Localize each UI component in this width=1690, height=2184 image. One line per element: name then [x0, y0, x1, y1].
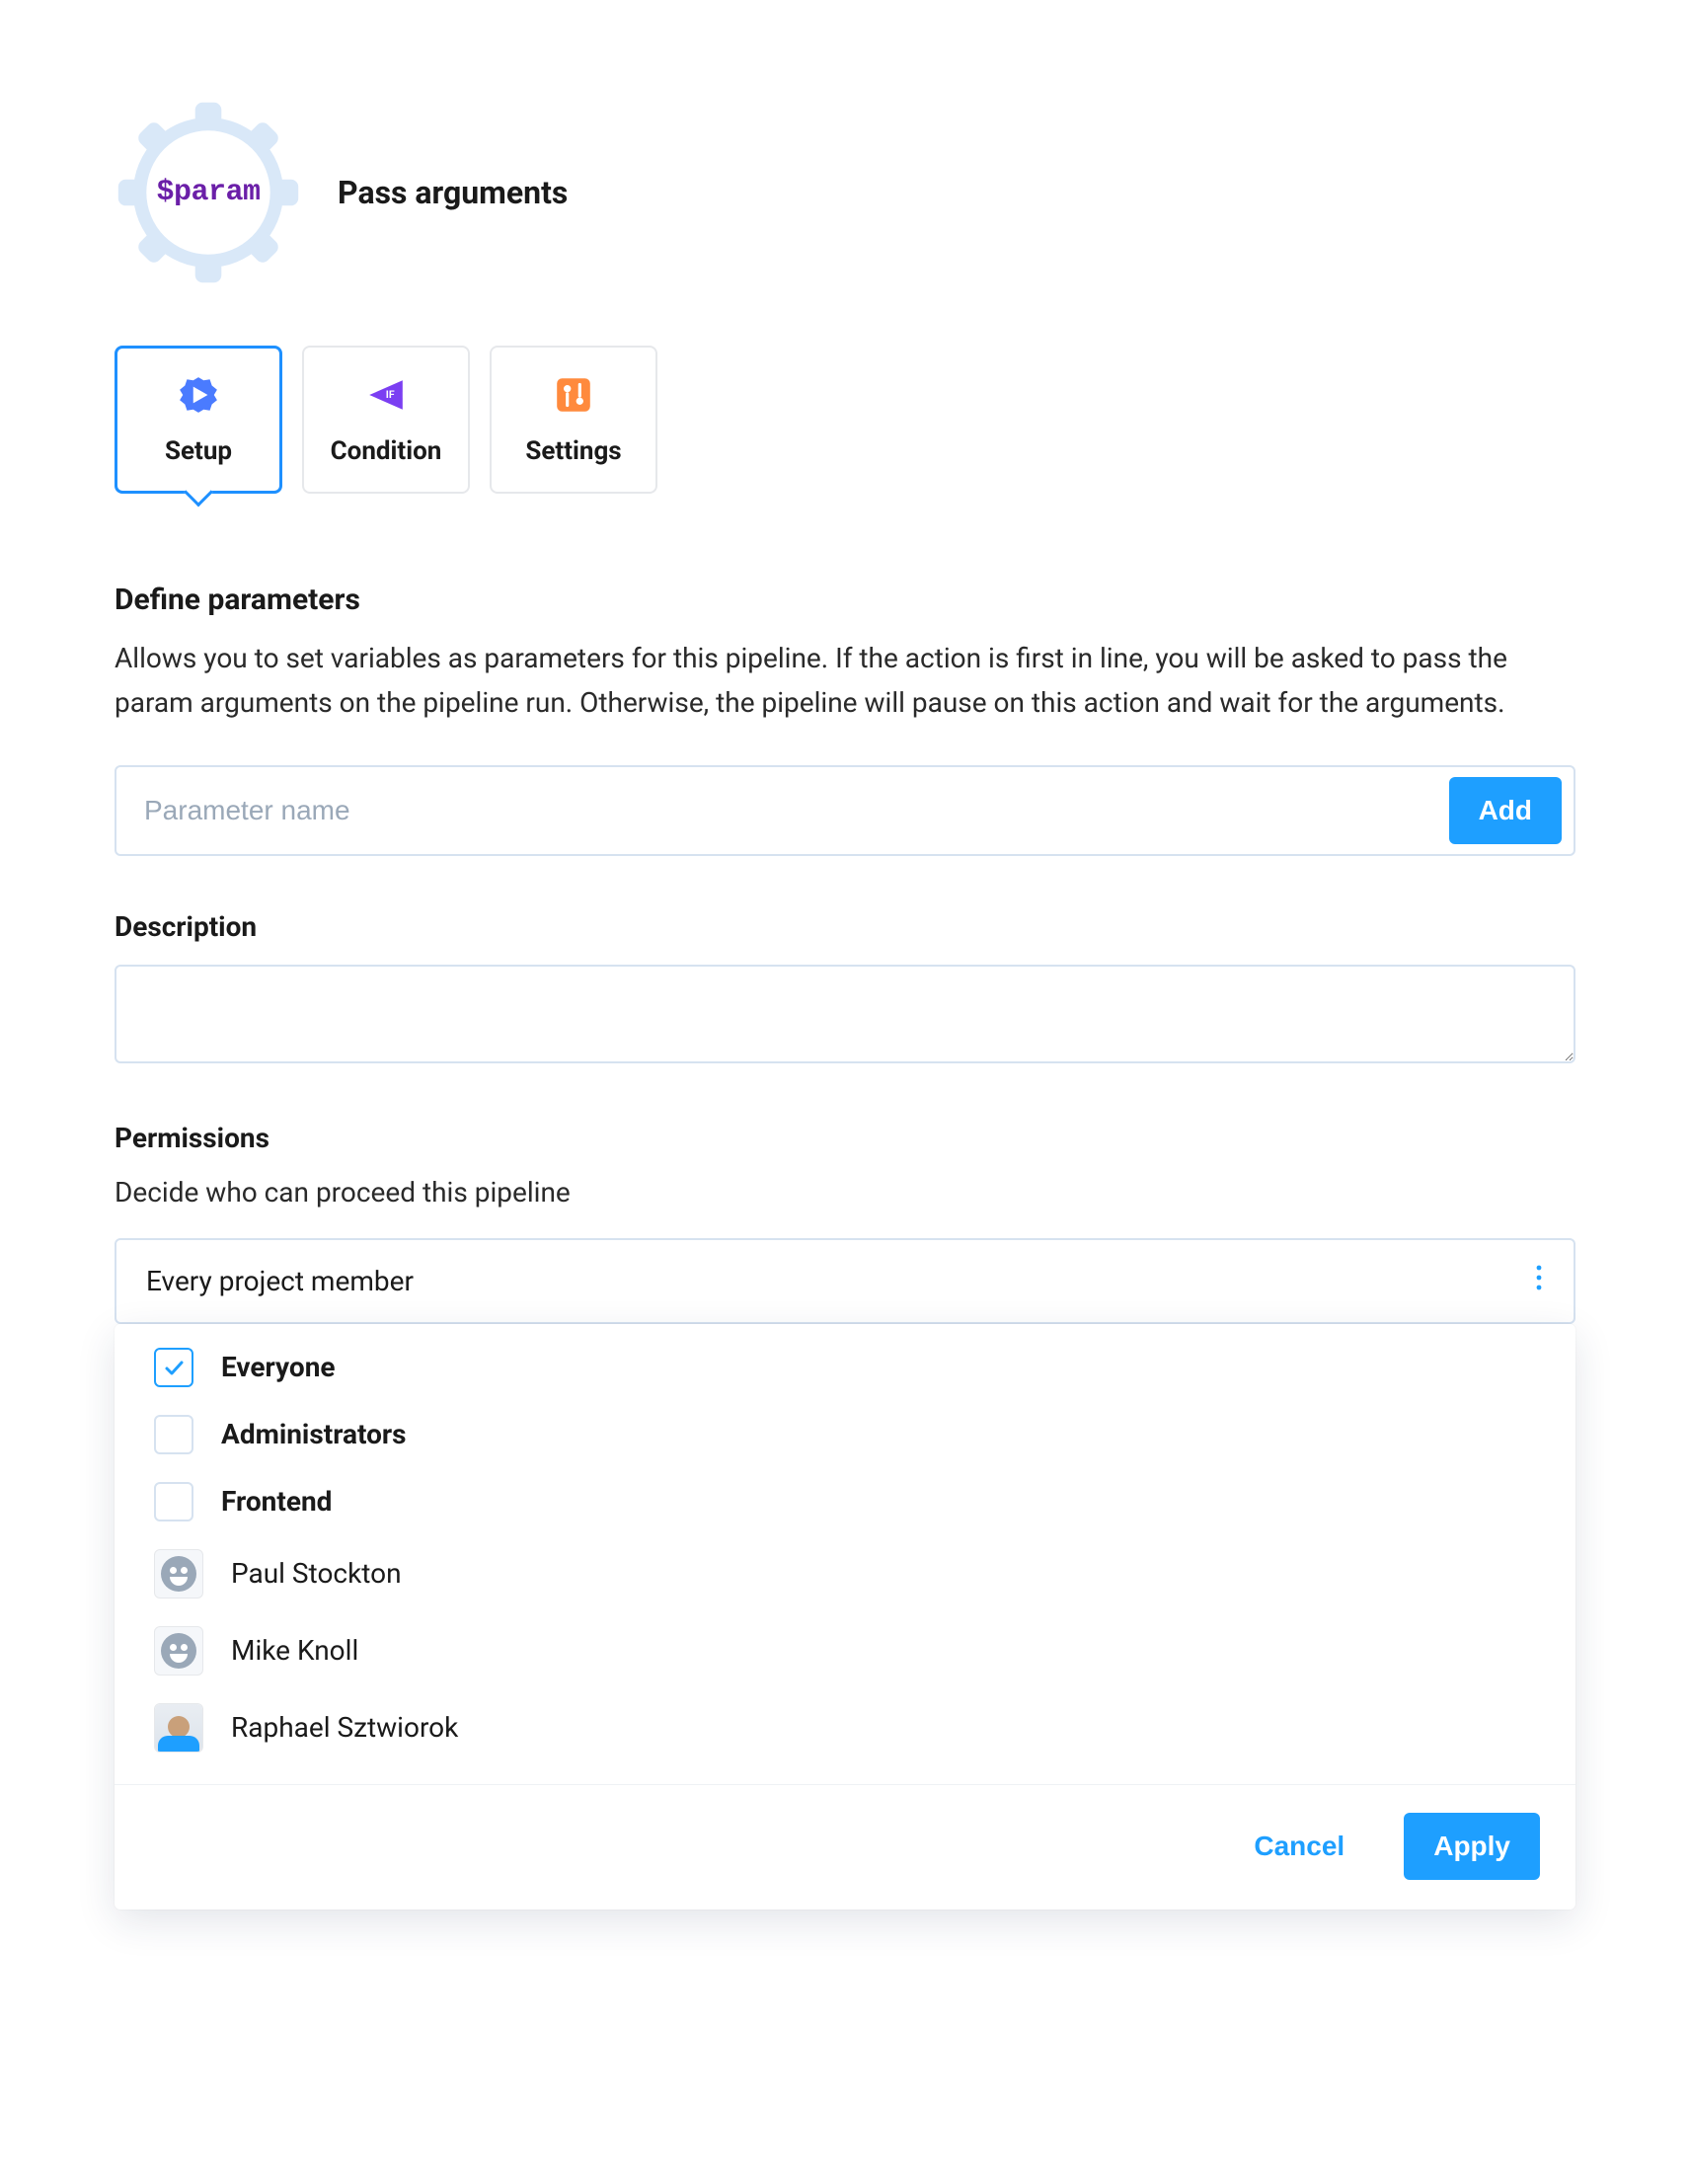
param-gear-badge: $param [115, 99, 302, 286]
settings-icon [552, 373, 595, 417]
tab-bar: Setup IF Condition Settings [115, 346, 1575, 494]
permission-option-user[interactable]: Paul Stockton [115, 1535, 1575, 1612]
header: $param Pass arguments [115, 99, 1575, 286]
permissions-label: Permissions [115, 1122, 1575, 1154]
avatar [154, 1703, 203, 1753]
permission-option-user[interactable]: Mike Knoll [115, 1612, 1575, 1689]
permissions-dropdown-panel: Everyone Administrators Frontend Paul St… [115, 1324, 1575, 1910]
more-dots-icon [1534, 1264, 1544, 1298]
parameter-name-input[interactable] [144, 795, 1449, 826]
page-title: Pass arguments [338, 174, 568, 211]
option-label: Raphael Sztwiorok [231, 1711, 458, 1744]
tab-settings[interactable]: Settings [490, 346, 657, 494]
checkbox-icon [154, 1482, 193, 1521]
param-badge-text: $param [156, 176, 260, 209]
permissions-subtext: Decide who can proceed this pipeline [115, 1176, 1575, 1209]
action-config-panel: $param Pass arguments Setup IF Condition [36, 39, 1654, 1969]
option-label: Administrators [221, 1418, 407, 1450]
permission-option-administrators[interactable]: Administrators [115, 1401, 1575, 1468]
permissions-dropdown-trigger[interactable]: Every project member [115, 1238, 1575, 1324]
tab-label: Condition [331, 436, 442, 466]
checkbox-icon [154, 1348, 193, 1387]
setup-icon [177, 373, 220, 417]
svg-text:IF: IF [386, 388, 395, 401]
dropdown-footer: Cancel Apply [115, 1784, 1575, 1910]
permission-option-everyone[interactable]: Everyone [115, 1334, 1575, 1401]
add-button[interactable]: Add [1449, 777, 1562, 844]
tab-label: Settings [525, 436, 621, 466]
tab-label: Setup [165, 436, 232, 466]
apply-button[interactable]: Apply [1404, 1813, 1540, 1880]
option-label: Mike Knoll [231, 1634, 358, 1667]
tab-setup[interactable]: Setup [115, 346, 282, 494]
description-textarea[interactable] [115, 965, 1575, 1063]
permissions-selected-text: Every project member [146, 1265, 414, 1297]
checkbox-icon [154, 1415, 193, 1454]
define-heading: Define parameters [115, 583, 1575, 617]
permission-option-user[interactable]: Raphael Sztwiorok [115, 1689, 1575, 1766]
description-label: Description [115, 910, 1575, 943]
permission-option-frontend[interactable]: Frontend [115, 1468, 1575, 1535]
tab-condition[interactable]: IF Condition [302, 346, 470, 494]
option-label: Frontend [221, 1485, 332, 1518]
option-label: Paul Stockton [231, 1557, 402, 1590]
avatar [154, 1549, 203, 1599]
avatar [154, 1626, 203, 1676]
option-label: Everyone [221, 1351, 336, 1383]
cancel-button[interactable]: Cancel [1224, 1813, 1374, 1880]
parameter-input-row: Add [115, 765, 1575, 856]
define-description: Allows you to set variables as parameter… [115, 637, 1536, 726]
condition-icon: IF [364, 373, 408, 417]
